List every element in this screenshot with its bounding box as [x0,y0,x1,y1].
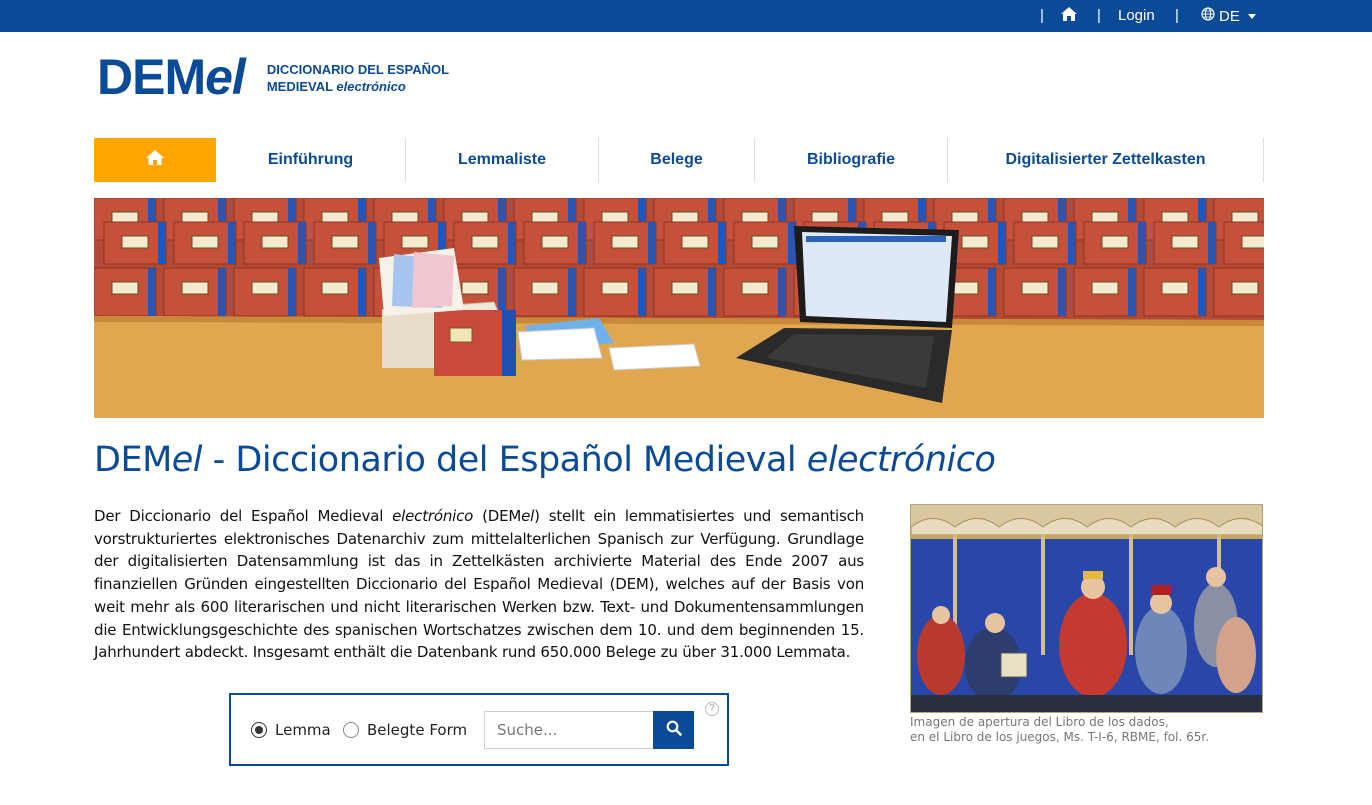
home-icon [145,149,165,171]
site-logo[interactable]: DEMel DICCIONARIO DEL ESPAÑOL MEDIEVAL e… [97,52,449,102]
radio-belegte-form-label: Belegte Form [367,721,468,739]
radio-belegte-form-circle[interactable] [343,722,359,738]
intro-paragraph: Der Diccionario del Español Medieval ele… [94,507,864,662]
login-link[interactable]: Login [1118,7,1155,24]
search-box: Lemma Belegte Form ? [229,693,729,766]
search-icon [666,720,682,741]
nav-tab-zettelkasten[interactable]: Digitalisierter Zettelkasten [948,138,1264,182]
globe-icon [1201,7,1215,25]
manuscript-image [910,504,1263,713]
help-icon[interactable]: ? [705,702,719,716]
image-caption: Imagen de apertura del Libro de los dado… [910,715,1209,745]
language-label: DE [1219,7,1240,25]
home-icon[interactable] [1060,6,1080,26]
main-nav: Einführung Lemmaliste Belege Bibliografi… [94,138,1264,182]
logo-subtitle: DICCIONARIO DEL ESPAÑOL MEDIEVAL electró… [266,62,450,94]
separator: | [1175,7,1179,24]
logo-mark: DEMel [97,49,246,105]
banner-image [94,198,1264,418]
nav-home-button[interactable] [94,138,216,182]
search-input[interactable] [484,711,654,749]
caption-line-2: en el Libro de los juegos, Ms. T-I-6, RB… [910,730,1210,744]
radio-lemma[interactable]: Lemma [251,721,331,739]
nav-tab-lemmaliste[interactable]: Lemmaliste [406,138,599,182]
radio-belegte-form[interactable]: Belegte Form [343,721,467,739]
nav-tab-belege[interactable]: Belege [599,138,755,182]
top-bar: | | Login | DE [0,0,1372,32]
nav-tab-bibliografie[interactable]: Bibliografie [755,138,948,182]
caret-down-icon [1247,13,1256,19]
separator: | [1097,7,1101,24]
search-button[interactable] [653,711,694,749]
separator: | [1040,7,1044,24]
nav-tab-einfuehrung[interactable]: Einführung [216,138,406,182]
language-selector[interactable]: DE [1201,6,1256,26]
caption-line-1: Imagen de apertura del Libro de los dado… [910,715,1169,729]
page-title: DEMel - Diccionario del Español Medieval… [94,440,996,480]
radio-lemma-circle[interactable] [251,722,267,738]
radio-lemma-label: Lemma [275,721,331,739]
